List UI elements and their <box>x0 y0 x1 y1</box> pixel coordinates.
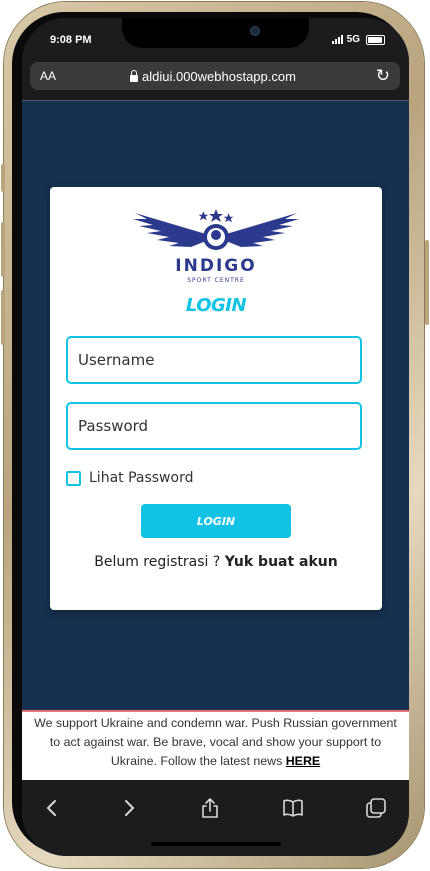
logo-subtitle: SPORT CENTRE <box>187 277 245 284</box>
notch <box>122 18 309 48</box>
share-icon[interactable] <box>198 796 222 820</box>
login-title: LOGIN <box>185 295 247 316</box>
username-field[interactable] <box>66 336 362 384</box>
banner-text-block: We support Ukraine and condemn war. Push… <box>30 714 401 771</box>
browser-address-area: AA aldiui.000webhostapp.com ↻ <box>22 60 409 100</box>
password-field[interactable] <box>66 402 362 450</box>
banner-message: We support Ukraine and condemn war. Push… <box>34 716 397 768</box>
tabs-icon[interactable] <box>364 796 388 820</box>
battery-icon <box>366 34 385 45</box>
forward-icon[interactable] <box>117 796 141 820</box>
camera-icon <box>250 26 260 36</box>
url-text: aldiui.000webhostapp.com <box>142 69 296 84</box>
side-button-power <box>425 240 429 325</box>
show-password-row[interactable]: Lihat Password <box>66 470 193 486</box>
side-button-mute <box>1 164 5 192</box>
show-password-label[interactable]: Lihat Password <box>89 470 193 486</box>
show-password-checkbox[interactable] <box>66 470 81 486</box>
url-display[interactable]: aldiui.000webhostapp.com <box>130 69 296 84</box>
register-prompt: Belum registrasi ? <box>94 554 225 570</box>
login-card: INDIGO SPORT CENTRE LOGIN Lihat Password… <box>50 187 382 610</box>
bookmarks-icon[interactable] <box>281 796 305 820</box>
indigo-logo: INDIGO SPORT CENTRE <box>133 209 299 284</box>
ukraine-banner: We support Ukraine and condemn war. Push… <box>22 710 409 782</box>
logo-title: INDIGO <box>175 256 256 276</box>
status-time: 9:08 PM <box>50 34 92 46</box>
phone-screen: 9:08 PM 5G AA aldiui.000webhostapp.com ↻ <box>22 18 409 856</box>
home-indicator[interactable] <box>151 842 281 846</box>
status-indicators: 5G <box>331 34 385 45</box>
side-button-volume-down <box>1 290 5 345</box>
text-size-button[interactable]: AA <box>40 69 56 83</box>
register-row: Belum registrasi ? Yuk buat akun <box>50 554 382 570</box>
login-button[interactable]: LOGIN <box>141 504 291 538</box>
back-icon[interactable] <box>40 796 64 820</box>
banner-link[interactable]: HERE <box>286 754 320 768</box>
register-link[interactable]: Yuk buat akun <box>225 554 338 570</box>
address-divider <box>22 100 409 101</box>
reload-icon[interactable]: ↻ <box>376 66 390 86</box>
signal-icon <box>331 35 343 44</box>
side-button-volume-up <box>1 222 5 277</box>
address-bar[interactable]: AA aldiui.000webhostapp.com ↻ <box>30 62 400 90</box>
network-label: 5G <box>346 34 360 45</box>
status-bar: 9:08 PM 5G <box>22 18 409 60</box>
lock-icon <box>130 69 138 82</box>
